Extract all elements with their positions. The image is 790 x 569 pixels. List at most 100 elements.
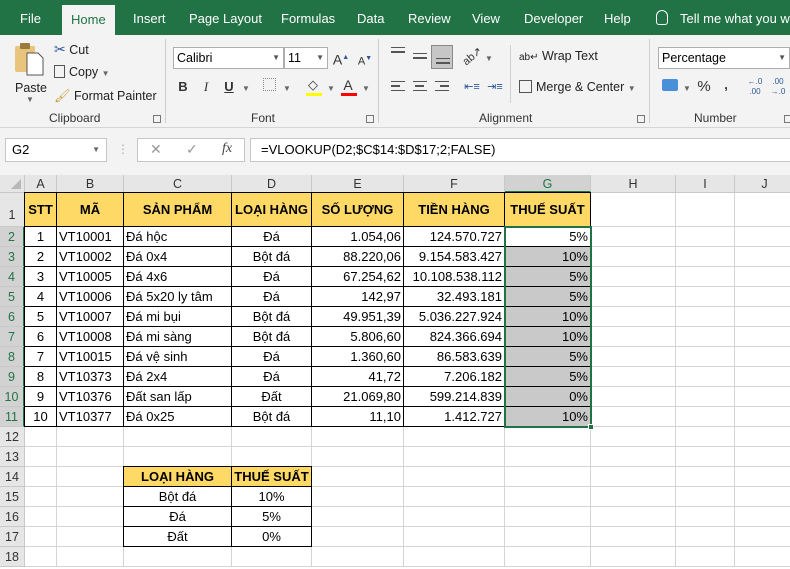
- table-header-cell[interactable]: THUẾ SUẤT: [504, 192, 591, 227]
- tax-rate-cell[interactable]: 10%: [504, 406, 591, 427]
- borders-dropdown-icon[interactable]: ▼: [283, 84, 291, 93]
- cell[interactable]: [591, 227, 676, 247]
- table-cell[interactable]: 6: [24, 326, 57, 347]
- font-color-button[interactable]: A: [338, 75, 358, 96]
- italic-button[interactable]: I: [196, 77, 216, 97]
- cell[interactable]: [25, 547, 57, 567]
- table-cell[interactable]: 67.254,62: [311, 266, 404, 287]
- table-cell[interactable]: 7: [24, 346, 57, 367]
- tab-help[interactable]: Help: [604, 0, 631, 35]
- lookup-header-cell[interactable]: THUẾ SUẤT: [231, 466, 312, 487]
- comma-style-button[interactable]: ,: [716, 75, 736, 95]
- cell[interactable]: [232, 447, 312, 467]
- table-cell[interactable]: 599.214.839: [403, 386, 505, 407]
- fill-color-dropdown-icon[interactable]: ▼: [327, 84, 335, 93]
- cell[interactable]: [591, 347, 676, 367]
- cell[interactable]: [591, 387, 676, 407]
- align-right-button[interactable]: [435, 81, 449, 94]
- orientation-button[interactable]: ab↗: [458, 43, 486, 71]
- cell[interactable]: [57, 487, 124, 507]
- underline-dropdown-icon[interactable]: ▼: [242, 84, 250, 93]
- column-header-b[interactable]: B: [57, 175, 124, 193]
- cell[interactable]: [57, 527, 124, 547]
- cell[interactable]: [232, 547, 312, 567]
- cell[interactable]: [591, 547, 676, 567]
- table-header-cell[interactable]: LOẠI HÀNG: [231, 192, 312, 227]
- cell[interactable]: [404, 527, 505, 547]
- lookup-header-cell[interactable]: LOẠI HÀNG: [123, 466, 232, 487]
- tab-insert[interactable]: Insert: [133, 0, 166, 35]
- column-header-c[interactable]: C: [124, 175, 232, 193]
- table-cell[interactable]: Đá: [231, 366, 312, 387]
- table-cell[interactable]: Bột đá: [231, 326, 312, 347]
- tab-page-layout[interactable]: Page Layout: [189, 0, 262, 35]
- cell[interactable]: [591, 327, 676, 347]
- decrease-decimal-button[interactable]: .00 →.0: [768, 77, 788, 97]
- table-cell[interactable]: 21.069,80: [311, 386, 404, 407]
- table-cell[interactable]: 8: [24, 366, 57, 387]
- cell[interactable]: [25, 467, 57, 487]
- cell[interactable]: [676, 467, 735, 487]
- table-cell[interactable]: 10: [24, 406, 57, 427]
- table-cell[interactable]: VT10002: [56, 246, 124, 267]
- cell[interactable]: [591, 247, 676, 267]
- table-cell[interactable]: 124.570.727: [403, 226, 505, 247]
- wrap-text-button[interactable]: ab↵ Wrap Text: [519, 49, 598, 63]
- table-cell[interactable]: VT10373: [56, 366, 124, 387]
- cell[interactable]: [591, 527, 676, 547]
- cell[interactable]: [735, 387, 790, 407]
- table-cell[interactable]: 32.493.181: [403, 286, 505, 307]
- cell[interactable]: [312, 467, 404, 487]
- cell[interactable]: [735, 487, 790, 507]
- cell[interactable]: [676, 507, 735, 527]
- table-header-cell[interactable]: MÃ: [56, 192, 124, 227]
- table-cell[interactable]: Đá: [231, 346, 312, 367]
- table-cell[interactable]: VT10008: [56, 326, 124, 347]
- number-launcher-icon[interactable]: [784, 115, 790, 123]
- cell[interactable]: [591, 467, 676, 487]
- table-cell[interactable]: 824.366.694: [403, 326, 505, 347]
- table-header-cell[interactable]: STT: [24, 192, 57, 227]
- cell[interactable]: [735, 367, 790, 387]
- row-header-10[interactable]: 10: [0, 387, 25, 407]
- cell[interactable]: [676, 193, 735, 227]
- tax-rate-cell[interactable]: 10%: [504, 306, 591, 327]
- font-color-dropdown-icon[interactable]: ▼: [362, 84, 370, 93]
- lookup-cell[interactable]: 10%: [231, 486, 312, 507]
- cell[interactable]: [676, 427, 735, 447]
- table-cell[interactable]: 88.220,06: [311, 246, 404, 267]
- tax-rate-cell[interactable]: 0%: [504, 386, 591, 407]
- cell[interactable]: [735, 227, 790, 247]
- row-header-14[interactable]: 14: [0, 467, 25, 487]
- top-align-button[interactable]: [391, 47, 405, 56]
- cell[interactable]: [591, 427, 676, 447]
- row-header-12[interactable]: 12: [0, 427, 25, 447]
- cell[interactable]: [676, 227, 735, 247]
- cell[interactable]: [735, 347, 790, 367]
- align-left-button[interactable]: [391, 81, 405, 94]
- lookup-cell[interactable]: 5%: [231, 506, 312, 527]
- tax-rate-cell[interactable]: 5%: [504, 226, 591, 247]
- accounting-format-button[interactable]: [660, 77, 680, 97]
- table-header-cell[interactable]: TIỀN HÀNG: [403, 192, 505, 227]
- table-cell[interactable]: Bột đá: [231, 306, 312, 327]
- table-cell[interactable]: 10.108.538.112: [403, 266, 505, 287]
- cell[interactable]: [124, 427, 232, 447]
- cell[interactable]: [25, 487, 57, 507]
- table-cell[interactable]: VT10005: [56, 266, 124, 287]
- fill-color-button[interactable]: ◇: [303, 75, 323, 96]
- tax-rate-cell[interactable]: 5%: [504, 266, 591, 287]
- accounting-dropdown-icon[interactable]: ▼: [683, 84, 691, 93]
- cell[interactable]: [735, 527, 790, 547]
- cut-button[interactable]: ✂ Cut: [54, 41, 89, 58]
- copy-button[interactable]: Copy ▼: [54, 65, 110, 79]
- tax-rate-cell[interactable]: 10%: [504, 246, 591, 267]
- cell[interactable]: [404, 467, 505, 487]
- tax-rate-cell[interactable]: 5%: [504, 366, 591, 387]
- column-header-h[interactable]: H: [591, 175, 676, 193]
- column-header-g[interactable]: G: [505, 175, 591, 193]
- table-cell[interactable]: 49.951,39: [311, 306, 404, 327]
- table-cell[interactable]: Đá mi sàng: [123, 326, 232, 347]
- lookup-cell[interactable]: 0%: [231, 526, 312, 547]
- cell[interactable]: [505, 467, 591, 487]
